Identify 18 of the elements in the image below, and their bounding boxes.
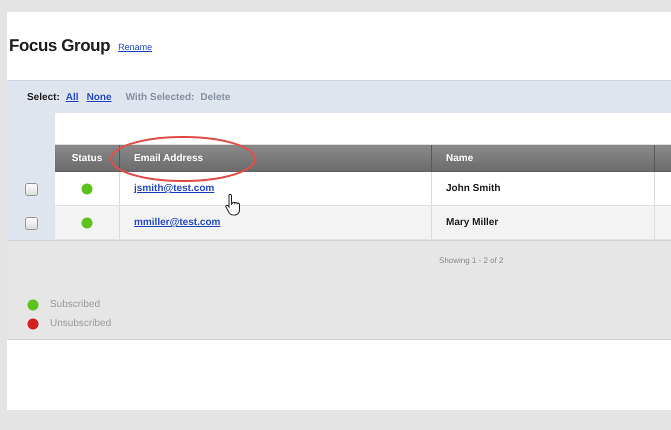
rename-link[interactable]: Rename bbox=[118, 40, 152, 54]
legend-label: Unsubscribed bbox=[50, 317, 112, 331]
table-cell-text: Mary Miller bbox=[446, 216, 498, 230]
column-header[interactable]: Status bbox=[72, 151, 102, 166]
email-link[interactable]: mmiller@test.com bbox=[134, 215, 220, 230]
with-selected-label: With Selected: bbox=[126, 90, 194, 104]
table-cell-text: John Smith bbox=[446, 182, 500, 196]
legend-label: Subscribed bbox=[50, 298, 100, 312]
checkbox[interactable] bbox=[24, 216, 38, 230]
page-title: Focus Group bbox=[9, 35, 110, 58]
select-label: Select: bbox=[27, 90, 60, 104]
column-header[interactable]: Email Address bbox=[134, 151, 204, 166]
select-none-link[interactable]: None bbox=[86, 90, 112, 104]
email-link[interactable]: jsmith@test.com bbox=[134, 181, 214, 196]
column-header[interactable]: Name bbox=[446, 151, 474, 166]
checkbox[interactable] bbox=[24, 182, 38, 196]
select-all-link[interactable]: All bbox=[66, 90, 79, 104]
pagination-text: Showing 1 - 2 of 2 bbox=[439, 255, 504, 267]
